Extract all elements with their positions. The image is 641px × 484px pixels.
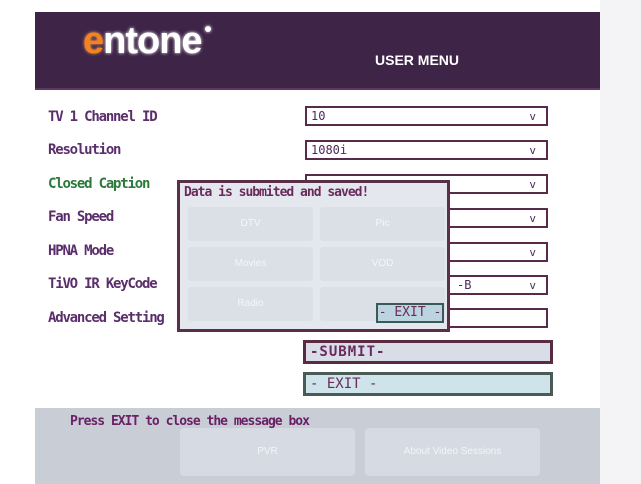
logo-first-letter: e — [83, 20, 104, 62]
tv-screen: entone USER MENU TV 1 Channel ID Resolut… — [0, 0, 641, 484]
advanced-setting-label: Advanced Setting — [48, 310, 165, 326]
tivo-ir-keycode-value: -B — [457, 278, 472, 292]
modal-bg-tile: Radio — [188, 287, 313, 321]
right-edge — [600, 0, 641, 484]
modal-message: Data is submited and saved! — [184, 185, 369, 200]
dropdown-arrow-icon: v — [529, 246, 536, 259]
bottom-panel: PVR About Video Sessions Press EXIT to c… — [35, 408, 600, 484]
tivo-ir-keycode-label: TiVO IR KeyCode — [48, 276, 158, 292]
hpna-mode-label: HPNA Mode — [48, 243, 114, 259]
modal-exit-button[interactable]: - EXIT - — [376, 303, 444, 323]
modal-bg-tile: VOD — [320, 247, 445, 281]
closed-caption-label: Closed Caption — [48, 176, 150, 192]
modal-bg-tile: DTV — [188, 207, 313, 241]
resolution-value: 1080i — [311, 143, 348, 157]
dropdown-arrow-icon: v — [529, 279, 536, 292]
logo-dot — [204, 26, 211, 32]
tv-channel-id-select[interactable]: 10 v — [305, 106, 548, 126]
page-title: USER MENU — [375, 52, 460, 68]
exit-hint-text: Press EXIT to close the message box — [70, 414, 310, 429]
fan-speed-label: Fan Speed — [48, 209, 114, 225]
menu-header: entone USER MENU — [35, 12, 600, 90]
tv-channel-id-label: TV 1 Channel ID — [48, 109, 158, 125]
logo-rest: ntone — [103, 20, 202, 62]
resolution-label: Resolution — [48, 142, 122, 158]
dropdown-arrow-icon: v — [529, 212, 536, 225]
submit-button[interactable]: -SUBMIT- — [303, 340, 553, 364]
entone-logo: entone — [83, 20, 211, 63]
tv-channel-id-value: 10 — [311, 109, 326, 123]
dropdown-arrow-icon: v — [529, 110, 536, 123]
dropdown-arrow-icon: v — [529, 144, 536, 157]
dropdown-arrow-icon: v — [529, 178, 536, 191]
pvr-tile: PVR — [180, 428, 355, 476]
modal-bg-tile: Movies — [188, 247, 313, 281]
resolution-select[interactable]: 1080i v — [305, 140, 548, 160]
message-box: DTV Pic Movies VOD Radio Data is submite… — [177, 180, 450, 332]
about-video-sessions-tile: About Video Sessions — [365, 428, 540, 476]
modal-bg-tile: Pic — [320, 207, 445, 241]
exit-button[interactable]: - EXIT - — [303, 372, 553, 396]
